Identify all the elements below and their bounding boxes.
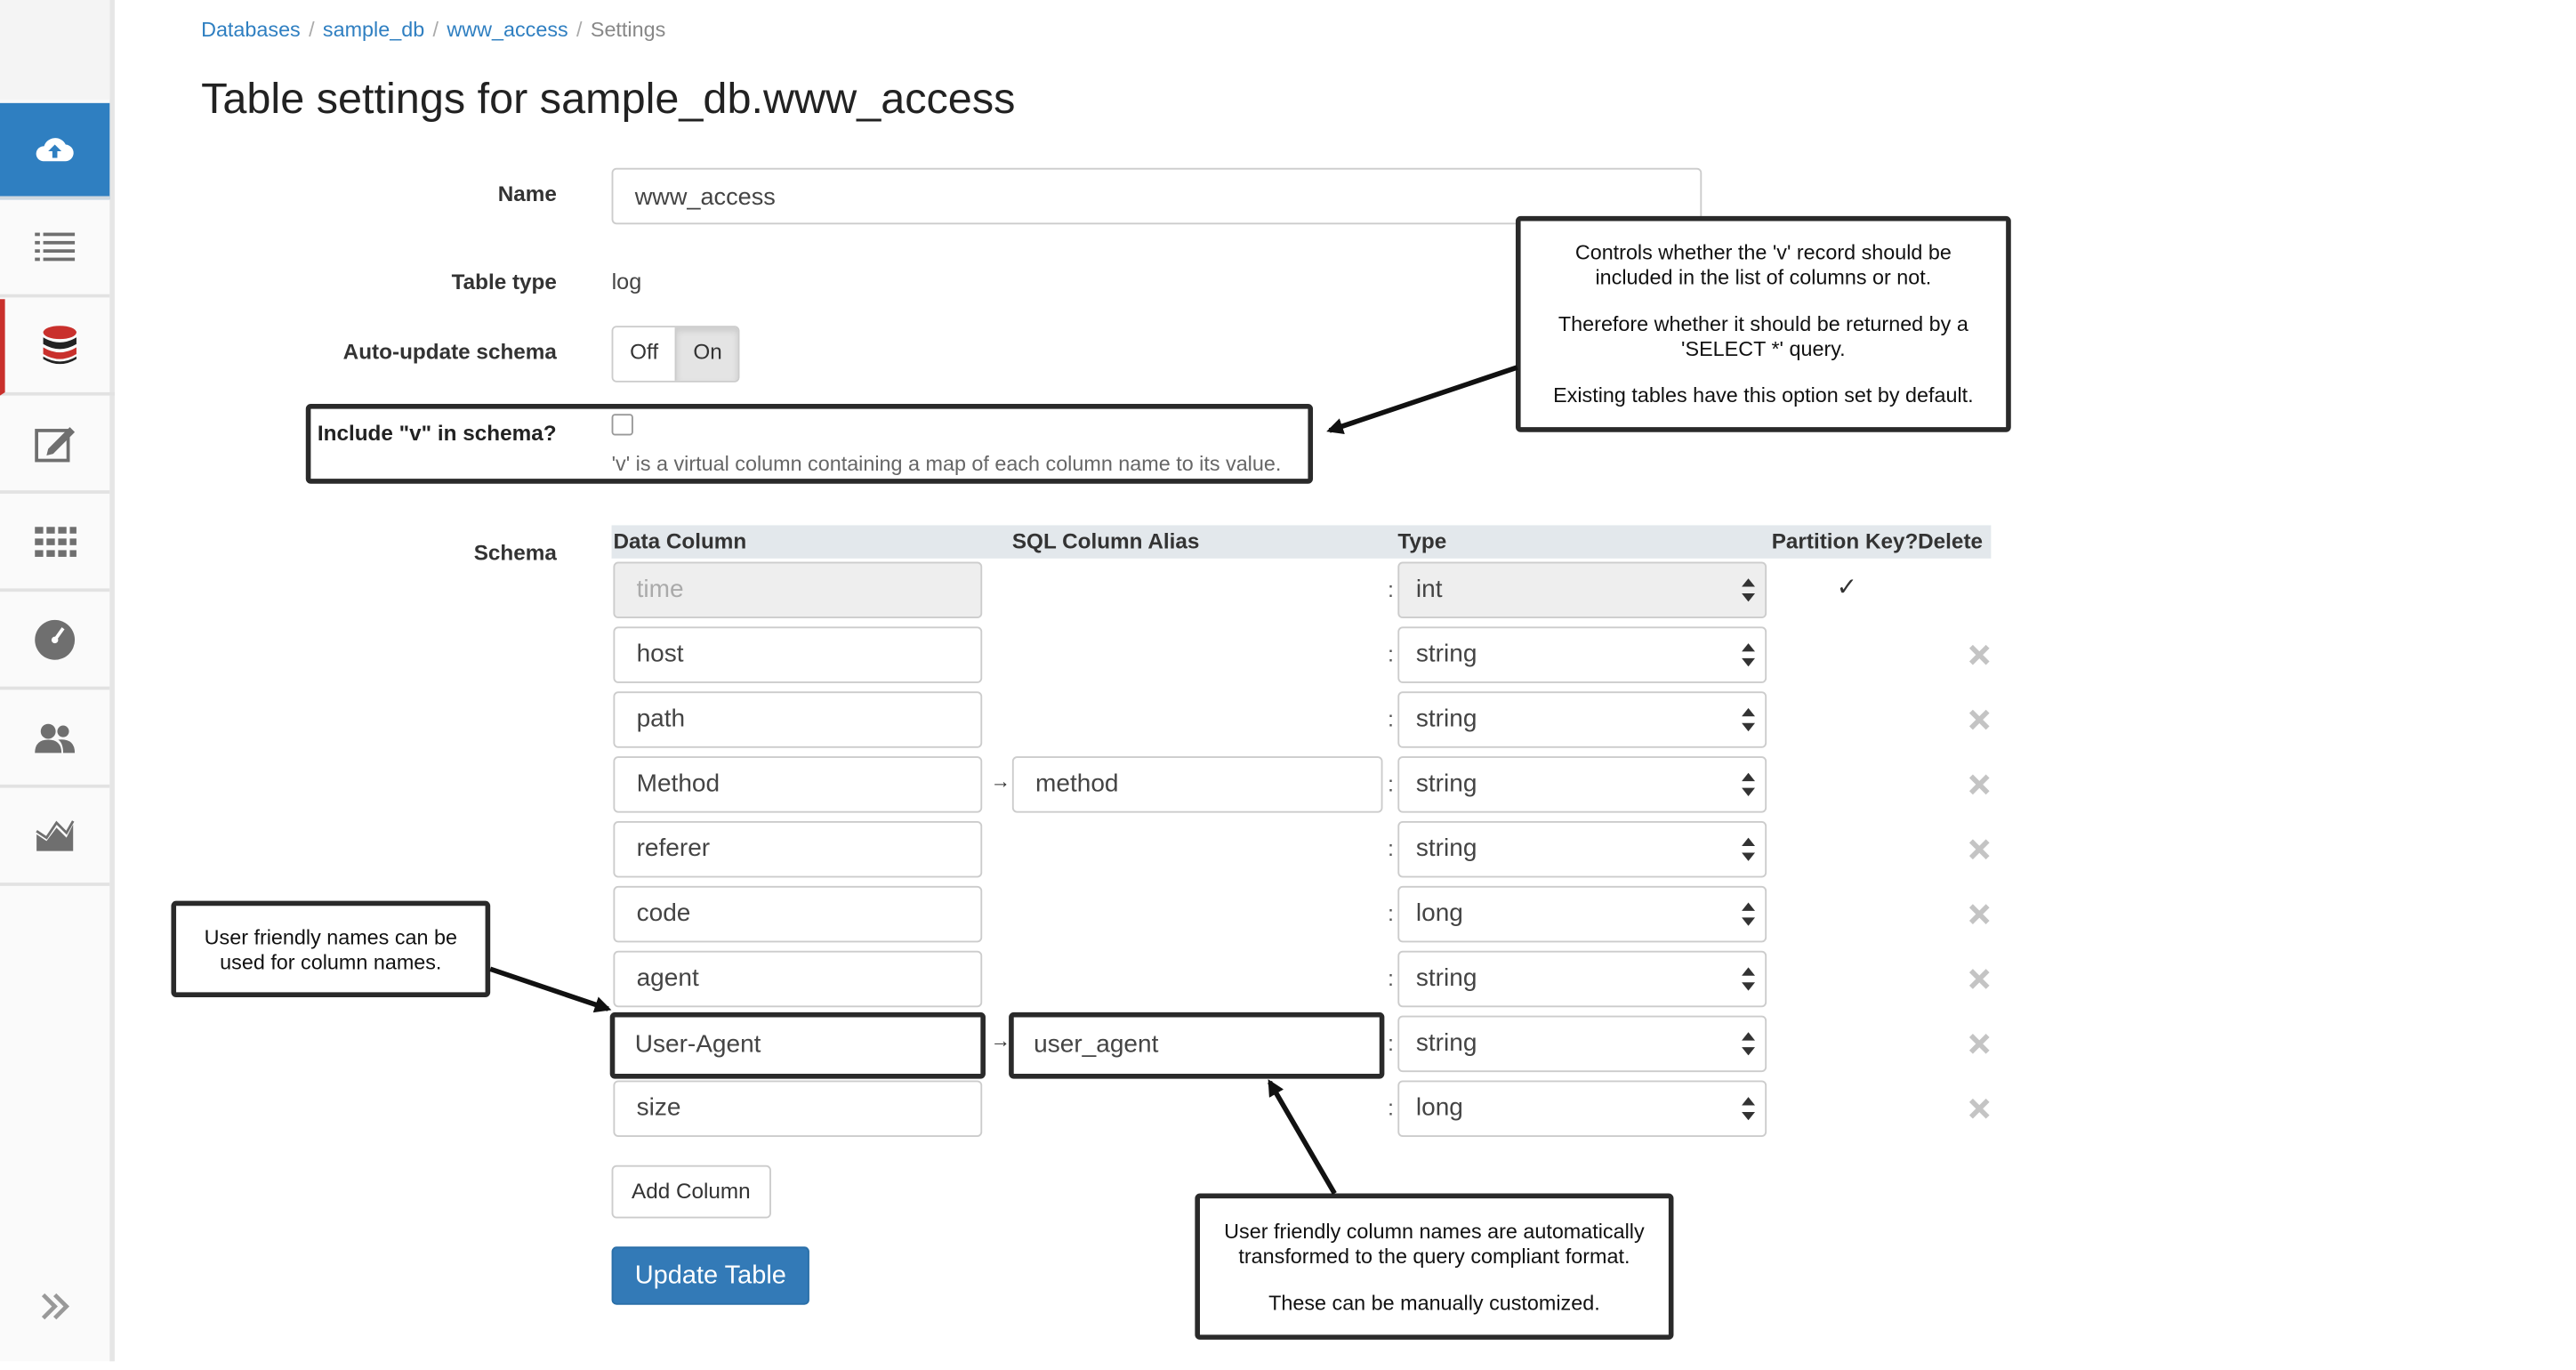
callout-arrows: [489, 365, 1518, 1195]
arrow-include-v: [1326, 365, 1518, 435]
arrow-transform: [1268, 1079, 1337, 1195]
arrow-friendly-names: [489, 966, 612, 1013]
